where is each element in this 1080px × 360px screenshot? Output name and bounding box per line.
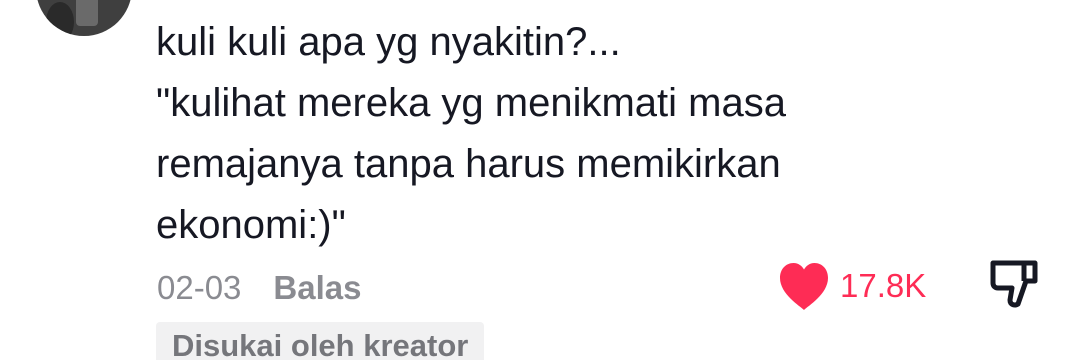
like-button[interactable]: 17.8K (776, 256, 926, 316)
creator-liked-label: Disukai oleh kreator (172, 328, 469, 360)
reply-button[interactable]: Balas (273, 269, 361, 307)
comment-text: kuli kuli apa yg nyakitin?... "kulihat m… (156, 20, 786, 247)
thumbs-down-icon[interactable] (988, 259, 1040, 309)
comment-meta: 02-03 Balas (157, 266, 361, 310)
avatar[interactable] (36, 0, 132, 36)
creator-liked-badge: Disukai oleh kreator (156, 322, 485, 360)
heart-icon (780, 263, 828, 310)
comment-date: 02-03 (157, 269, 242, 306)
like-count: 17.8K (840, 267, 927, 304)
